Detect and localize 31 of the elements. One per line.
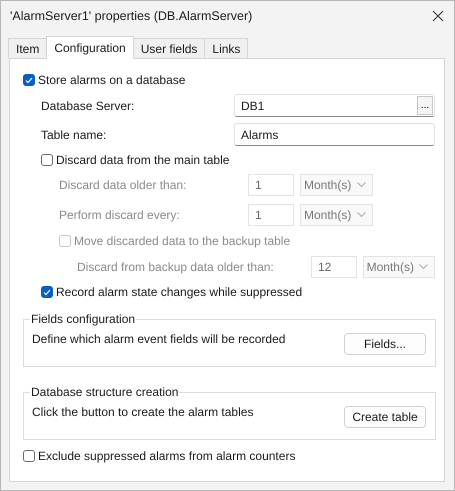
group-description: Define which alarm event fields will be recorded bbox=[32, 332, 286, 346]
action-button[interactable]: Fields... bbox=[344, 333, 426, 355]
group-title: Database structure creation bbox=[30, 385, 180, 399]
group-description: Click the button to create the alarm tables bbox=[32, 405, 254, 419]
tab[interactable]: Item bbox=[8, 38, 48, 58]
checkbox[interactable] bbox=[41, 286, 53, 298]
checkbox[interactable] bbox=[41, 154, 53, 166]
tab[interactable]: Configuration bbox=[46, 36, 134, 59]
browse-button[interactable]: ... bbox=[417, 96, 433, 115]
field-label: Discard from backup data older than: bbox=[77, 260, 275, 274]
tab[interactable]: Links bbox=[204, 38, 248, 58]
chevron-down-icon bbox=[419, 264, 428, 269]
checkbox[interactable] bbox=[23, 450, 35, 462]
checkbox[interactable] bbox=[23, 74, 35, 86]
close-icon[interactable] bbox=[432, 10, 444, 22]
checkbox-label: Store alarms on a database bbox=[38, 73, 186, 87]
input-field[interactable]: Alarms bbox=[234, 123, 435, 146]
checkbox-label: Move discarded data to the backup table bbox=[74, 234, 290, 248]
input-field[interactable]: DB1 ... bbox=[234, 94, 435, 117]
checkbox-label: Discard data from the main table bbox=[56, 153, 230, 167]
checkbox-label: Exclude suppressed alarms from alarm counters bbox=[38, 449, 296, 463]
chevron-down-icon bbox=[357, 212, 366, 217]
action-button[interactable]: Create table bbox=[344, 406, 426, 428]
checkbox-label: Record alarm state changes while suppressed bbox=[56, 285, 302, 299]
chevron-down-icon bbox=[357, 182, 366, 187]
window-title: 'AlarmServer1' properties (DB.AlarmServer) bbox=[10, 8, 252, 22]
group-title: Fields configuration bbox=[30, 312, 136, 326]
field-label: Table name: bbox=[41, 128, 108, 142]
field-label: Discard data older than: bbox=[59, 178, 188, 192]
field-label: Perform discard every: bbox=[59, 208, 181, 222]
field-label: Database Server: bbox=[41, 98, 136, 112]
